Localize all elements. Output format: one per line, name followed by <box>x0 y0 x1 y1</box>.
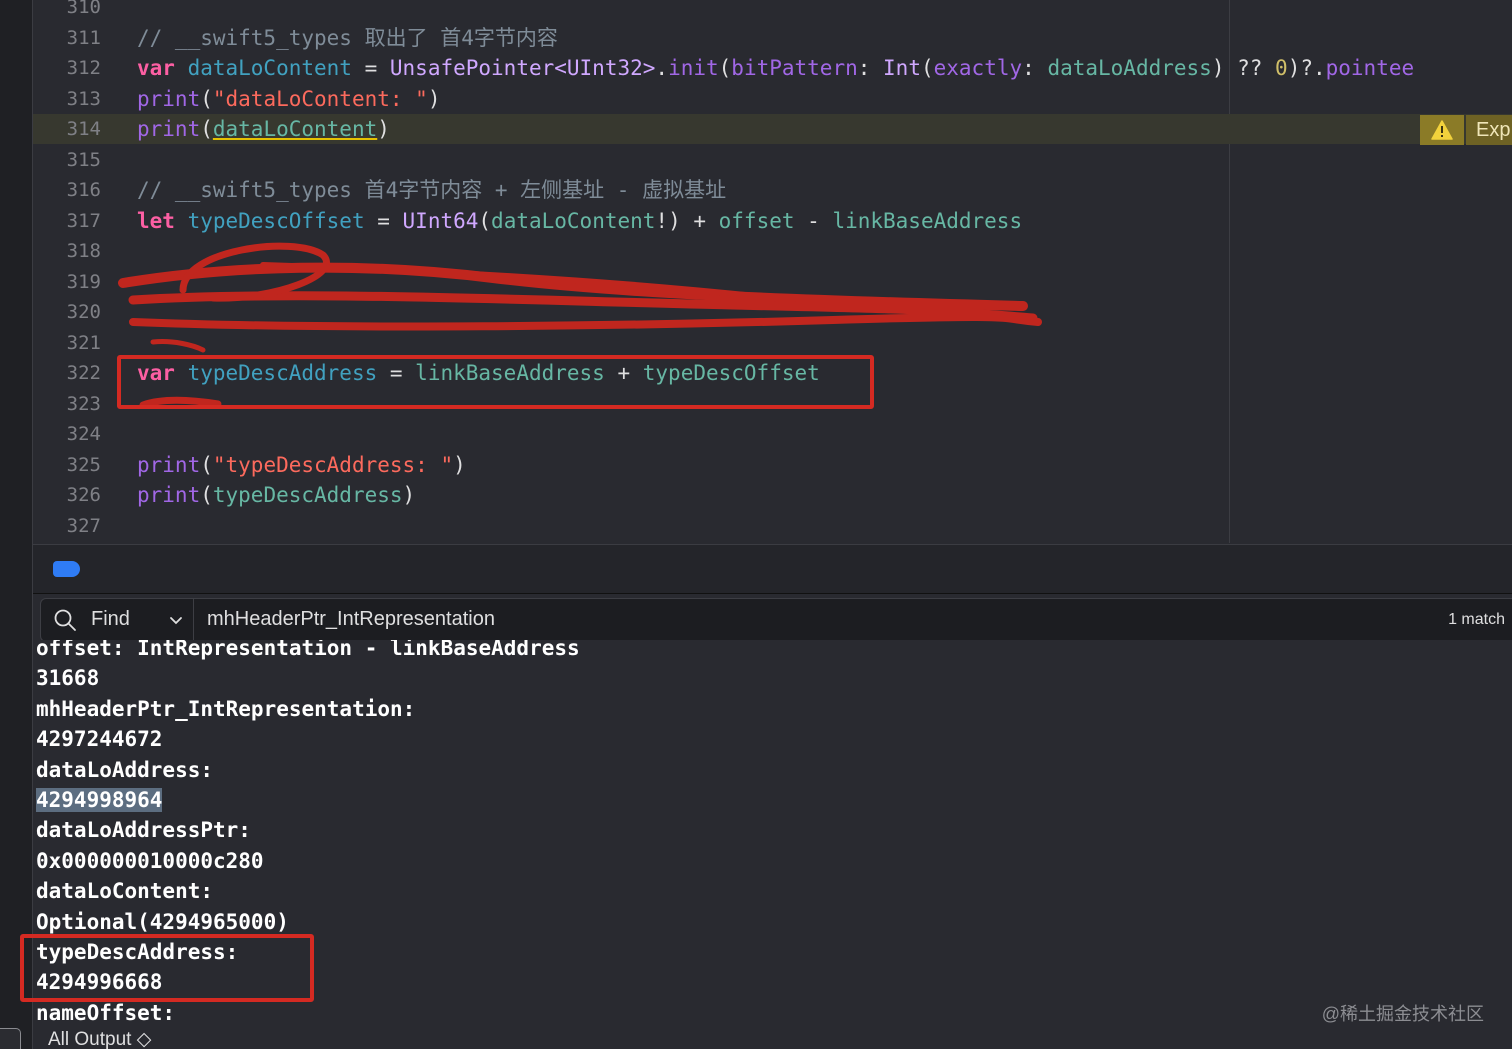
console-line: 4297244672 <box>36 724 162 754</box>
console-line: dataLoContent: <box>36 876 213 906</box>
console-line: 0x000000010000c280 <box>36 846 264 876</box>
left-navigator-edge <box>0 0 33 1049</box>
console-line-text: Optional(4294965000) <box>36 909 289 934</box>
chevron-down-icon <box>169 613 183 631</box>
highlight-box-code <box>117 355 874 409</box>
watermark: @稀土掘金技术社区 <box>1321 1004 1484 1024</box>
console-line: offset: IntRepresentation - linkBaseAddr… <box>36 640 580 663</box>
code-editor[interactable]: 310 311// __swift5_types 取出了 首4字节内容 312 var… <box>33 0 1512 543</box>
match-count: 1 match <box>1448 611 1505 628</box>
debug-toolbar <box>33 544 1512 594</box>
console-line: dataLoAddressPtr: <box>36 815 251 845</box>
console-line: 4294998964 <box>36 785 163 815</box>
console-line-text: 4297244672 <box>36 727 163 752</box>
console-line: nameOffset: <box>36 998 175 1028</box>
find-bar: Find mhHeaderPtr_IntRepresentation 1 mat… <box>40 598 1512 642</box>
find-mode-selector[interactable]: Find <box>41 599 194 641</box>
console-line-text: nameOffset: <box>36 1000 176 1025</box>
highlight-box-console <box>20 934 314 1002</box>
breakpoints-toggle-icon[interactable] <box>53 561 80 577</box>
panel-toggle-icon[interactable] <box>0 1028 21 1049</box>
console-line-text: dataLoAddressPtr: <box>36 818 251 843</box>
find-input[interactable]: mhHeaderPtr_IntRepresentation <box>207 608 495 631</box>
console-line: Optional(4294965000) <box>36 907 289 937</box>
console-line-text: 4294998964 <box>36 788 163 812</box>
console-line-text: mhHeaderPtr_IntRepresentation: <box>36 696 416 721</box>
search-icon <box>53 608 77 637</box>
console-line: dataLoAddress: <box>36 755 213 785</box>
console-line-text: 0x000000010000c280 <box>36 848 264 873</box>
console-line-text: dataLoAddress: <box>36 757 214 782</box>
console-line: 31668 <box>36 663 99 693</box>
redaction-scribble <box>118 242 1042 409</box>
find-mode-label: Find <box>91 608 130 630</box>
console-line-text: 31668 <box>36 666 100 691</box>
console-line: mhHeaderPtr_IntRepresentation: <box>36 694 415 724</box>
console-line-text: dataLoContent: <box>36 879 214 904</box>
output-scope-selector[interactable]: All Output ◇ <box>48 1028 151 1049</box>
console-line-text: offset: IntRepresentation - linkBaseAddr… <box>36 640 580 660</box>
